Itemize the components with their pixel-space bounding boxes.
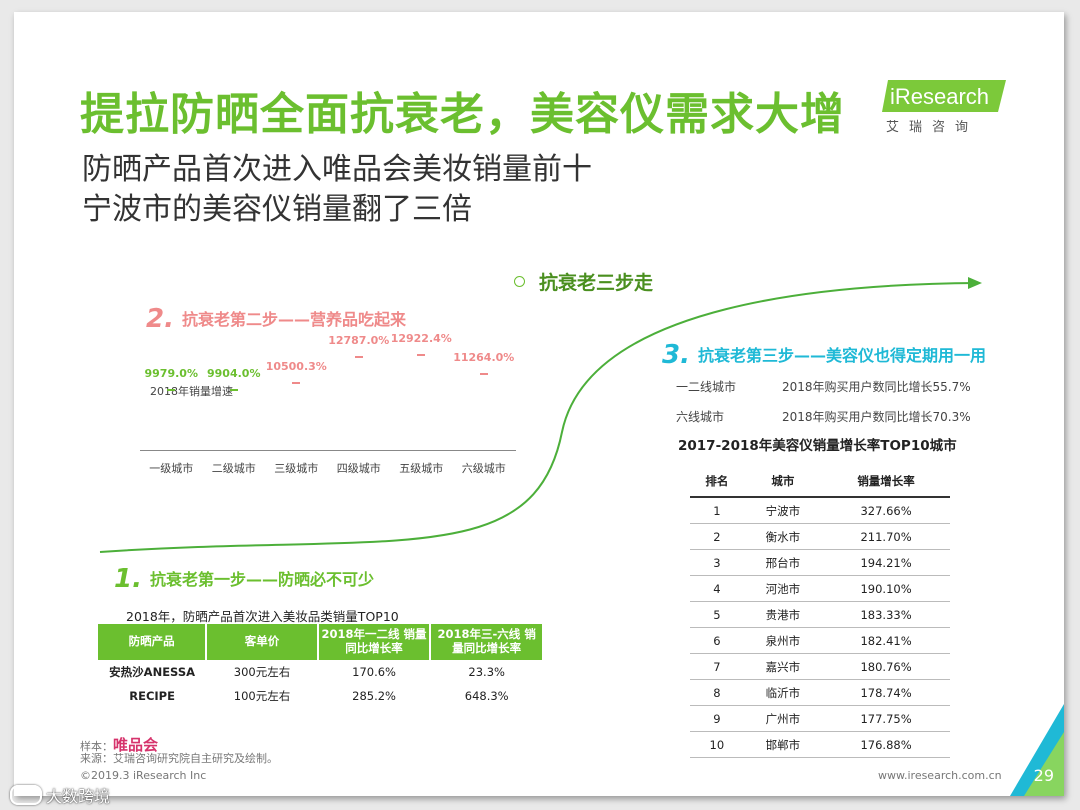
stat-tier-1: 一二线城市 — [676, 380, 737, 394]
table-cell: 100元左右 — [233, 689, 291, 703]
table-header-rank: 排名 — [690, 466, 744, 498]
table-header-price: 客单价 — [206, 624, 319, 660]
table-cell: 10 — [690, 731, 744, 758]
table-cell: 300元左右 — [233, 665, 291, 679]
category-label: 二级城市 — [211, 462, 256, 475]
sunscreen-table-caption: 2018年，防晒产品首次进入美妆品类销量TOP10 — [126, 609, 399, 624]
table-cell: 3 — [690, 549, 744, 576]
table-row: 安热沙ANESSA 300元左右 170.6% 23.3% — [98, 660, 543, 684]
table-cell: 4 — [690, 575, 744, 602]
step3-heading: 3. 抗衰老第三步——美容仪也得定期用一用 — [662, 340, 986, 370]
table-cell: 211.70% — [822, 523, 950, 550]
stat-tier-2: 六线城市 — [676, 410, 725, 424]
table-cell: 安热沙ANESSA — [109, 665, 196, 679]
copyright: ©2019.3 iResearch Inc — [80, 769, 207, 782]
website: www.iresearch.com.cn — [878, 769, 1002, 782]
watermark-logo-icon — [10, 785, 42, 805]
data-label: 9979.0% — [144, 366, 198, 380]
slide: 提拉防晒全面抗衰老，美容仪需求大增 防晒产品首次进入唯品会美妆销量前十 宁波市的… — [14, 12, 1064, 796]
table-cell: 194.21% — [822, 549, 950, 576]
bar-marker — [479, 373, 488, 376]
category-label: 五级城市 — [399, 462, 444, 475]
data-label: 9904.0% — [207, 367, 261, 381]
category-label: 六级城市 — [461, 462, 506, 475]
step1-heading: 1. 抗衰老第一步——防晒必不可少 — [114, 564, 374, 594]
table-row: 2 衡水市 211.70% — [690, 523, 950, 550]
bar-marker — [354, 355, 363, 358]
table-cell: 9 — [690, 705, 744, 732]
data-label: 12922.4% — [390, 331, 452, 345]
table-header-growth: 销量增长率 — [822, 466, 950, 498]
table-cell: 648.3% — [464, 689, 509, 703]
table-header-product: 防晒产品 — [98, 624, 208, 660]
table-cell: 宁波市 — [743, 497, 823, 524]
table-cell: 190.10% — [822, 575, 950, 602]
table-cell: 285.2% — [352, 689, 396, 703]
stat-text-2: 2018年购买用户数同比增长70.3% — [782, 410, 971, 424]
table-cell: 广州市 — [743, 705, 823, 732]
category-label: 三级城市 — [274, 462, 319, 475]
source-note: 来源：艾瑞咨询研究院自主研究及绘制。 — [80, 752, 278, 765]
table-cell: 6 — [690, 627, 744, 654]
table-row: 3 邢台市 194.21% — [690, 549, 950, 576]
table-row: 1 宁波市 327.66% — [690, 497, 950, 524]
table-cell: RECIPE — [129, 689, 175, 703]
category-label: 一级城市 — [149, 462, 194, 475]
table-cell: 邢台市 — [743, 549, 823, 576]
table-cell: 178.74% — [822, 679, 950, 706]
table-cell: 177.75% — [822, 705, 950, 732]
step1-number: 1. — [114, 564, 142, 594]
table-row: 5 贵港市 183.33% — [690, 601, 950, 628]
table-cell: 邯郸市 — [743, 731, 823, 758]
table-cell: 衡水市 — [743, 523, 823, 550]
table-cell: 183.33% — [822, 601, 950, 628]
table-cell: 182.41% — [822, 627, 950, 654]
table-row: RECIPE 100元左右 285.2% 648.3% — [98, 684, 543, 708]
table-cell: 8 — [690, 679, 744, 706]
top10-table-title: 2017-2018年美容仪销量增长率TOP10城市 — [678, 438, 957, 454]
table-row: 10 邯郸市 176.88% — [690, 731, 950, 758]
table-header-growth-tier12: 2018年一二线 销量同比增长率 — [317, 624, 432, 660]
table-cell: 贵港市 — [743, 601, 823, 628]
sunscreen-table: 防晒产品 客单价 2018年一二线 销量同比增长率 2018年三-六线 销量同比… — [98, 624, 544, 708]
watermark: 大数跨境 — [10, 783, 110, 807]
data-label: 10500.3% — [265, 360, 327, 374]
table-header-row: 排名 城市 销量增长率 — [690, 466, 950, 498]
table-cell: 170.6% — [352, 665, 396, 679]
table-cell: 180.76% — [822, 653, 950, 680]
page-number: 29 — [1033, 766, 1054, 785]
table-row: 7 嘉兴市 180.76% — [690, 653, 950, 680]
data-label: 11264.0% — [453, 351, 515, 365]
table-header-row: 防晒产品 客单价 2018年一二线 销量同比增长率 2018年三-六线 销量同比… — [98, 624, 544, 660]
step1-title: 抗衰老第一步——防晒必不可少 — [149, 570, 374, 589]
table-cell: 176.88% — [822, 731, 950, 758]
step3-number: 3. — [662, 340, 690, 370]
table-header-growth-tier36: 2018年三-六线 销量同比增长率 — [430, 624, 544, 660]
top10-cities-table: 排名 城市 销量增长率 1 宁波市 327.66% 2 衡水市 211.70% 3 邢台市 19… — [690, 466, 950, 758]
bar-marker — [229, 389, 238, 392]
table-cell: 泉州市 — [743, 627, 823, 654]
category-label: 四级城市 — [336, 462, 381, 475]
watermark-text: 大数跨境 — [46, 787, 111, 806]
step3-title: 抗衰老第三步——美容仪也得定期用一用 — [697, 346, 986, 365]
table-row: 9 广州市 177.75% — [690, 705, 950, 732]
table-row: 8 临沂市 178.74% — [690, 679, 950, 706]
bar-marker — [167, 388, 176, 391]
table-cell: 5 — [690, 601, 744, 628]
table-row: 4 河池市 190.10% — [690, 575, 950, 602]
table-header-city: 城市 — [743, 466, 823, 498]
table-cell: 7 — [690, 653, 744, 680]
table-cell: 临沂市 — [743, 679, 823, 706]
data-label: 12787.0% — [328, 333, 390, 347]
table-cell: 2 — [690, 523, 744, 550]
stat-text-1: 2018年购买用户数同比增长55.7% — [782, 380, 971, 394]
table-cell: 嘉兴市 — [743, 653, 823, 680]
bar-marker — [292, 382, 301, 385]
table-cell: 1 — [690, 497, 744, 524]
table-cell: 河池市 — [743, 575, 823, 602]
table-cell: 23.3% — [468, 665, 505, 679]
table-row: 6 泉州市 182.41% — [690, 627, 950, 654]
table-cell: 327.66% — [822, 497, 950, 524]
bar-marker — [417, 353, 426, 356]
